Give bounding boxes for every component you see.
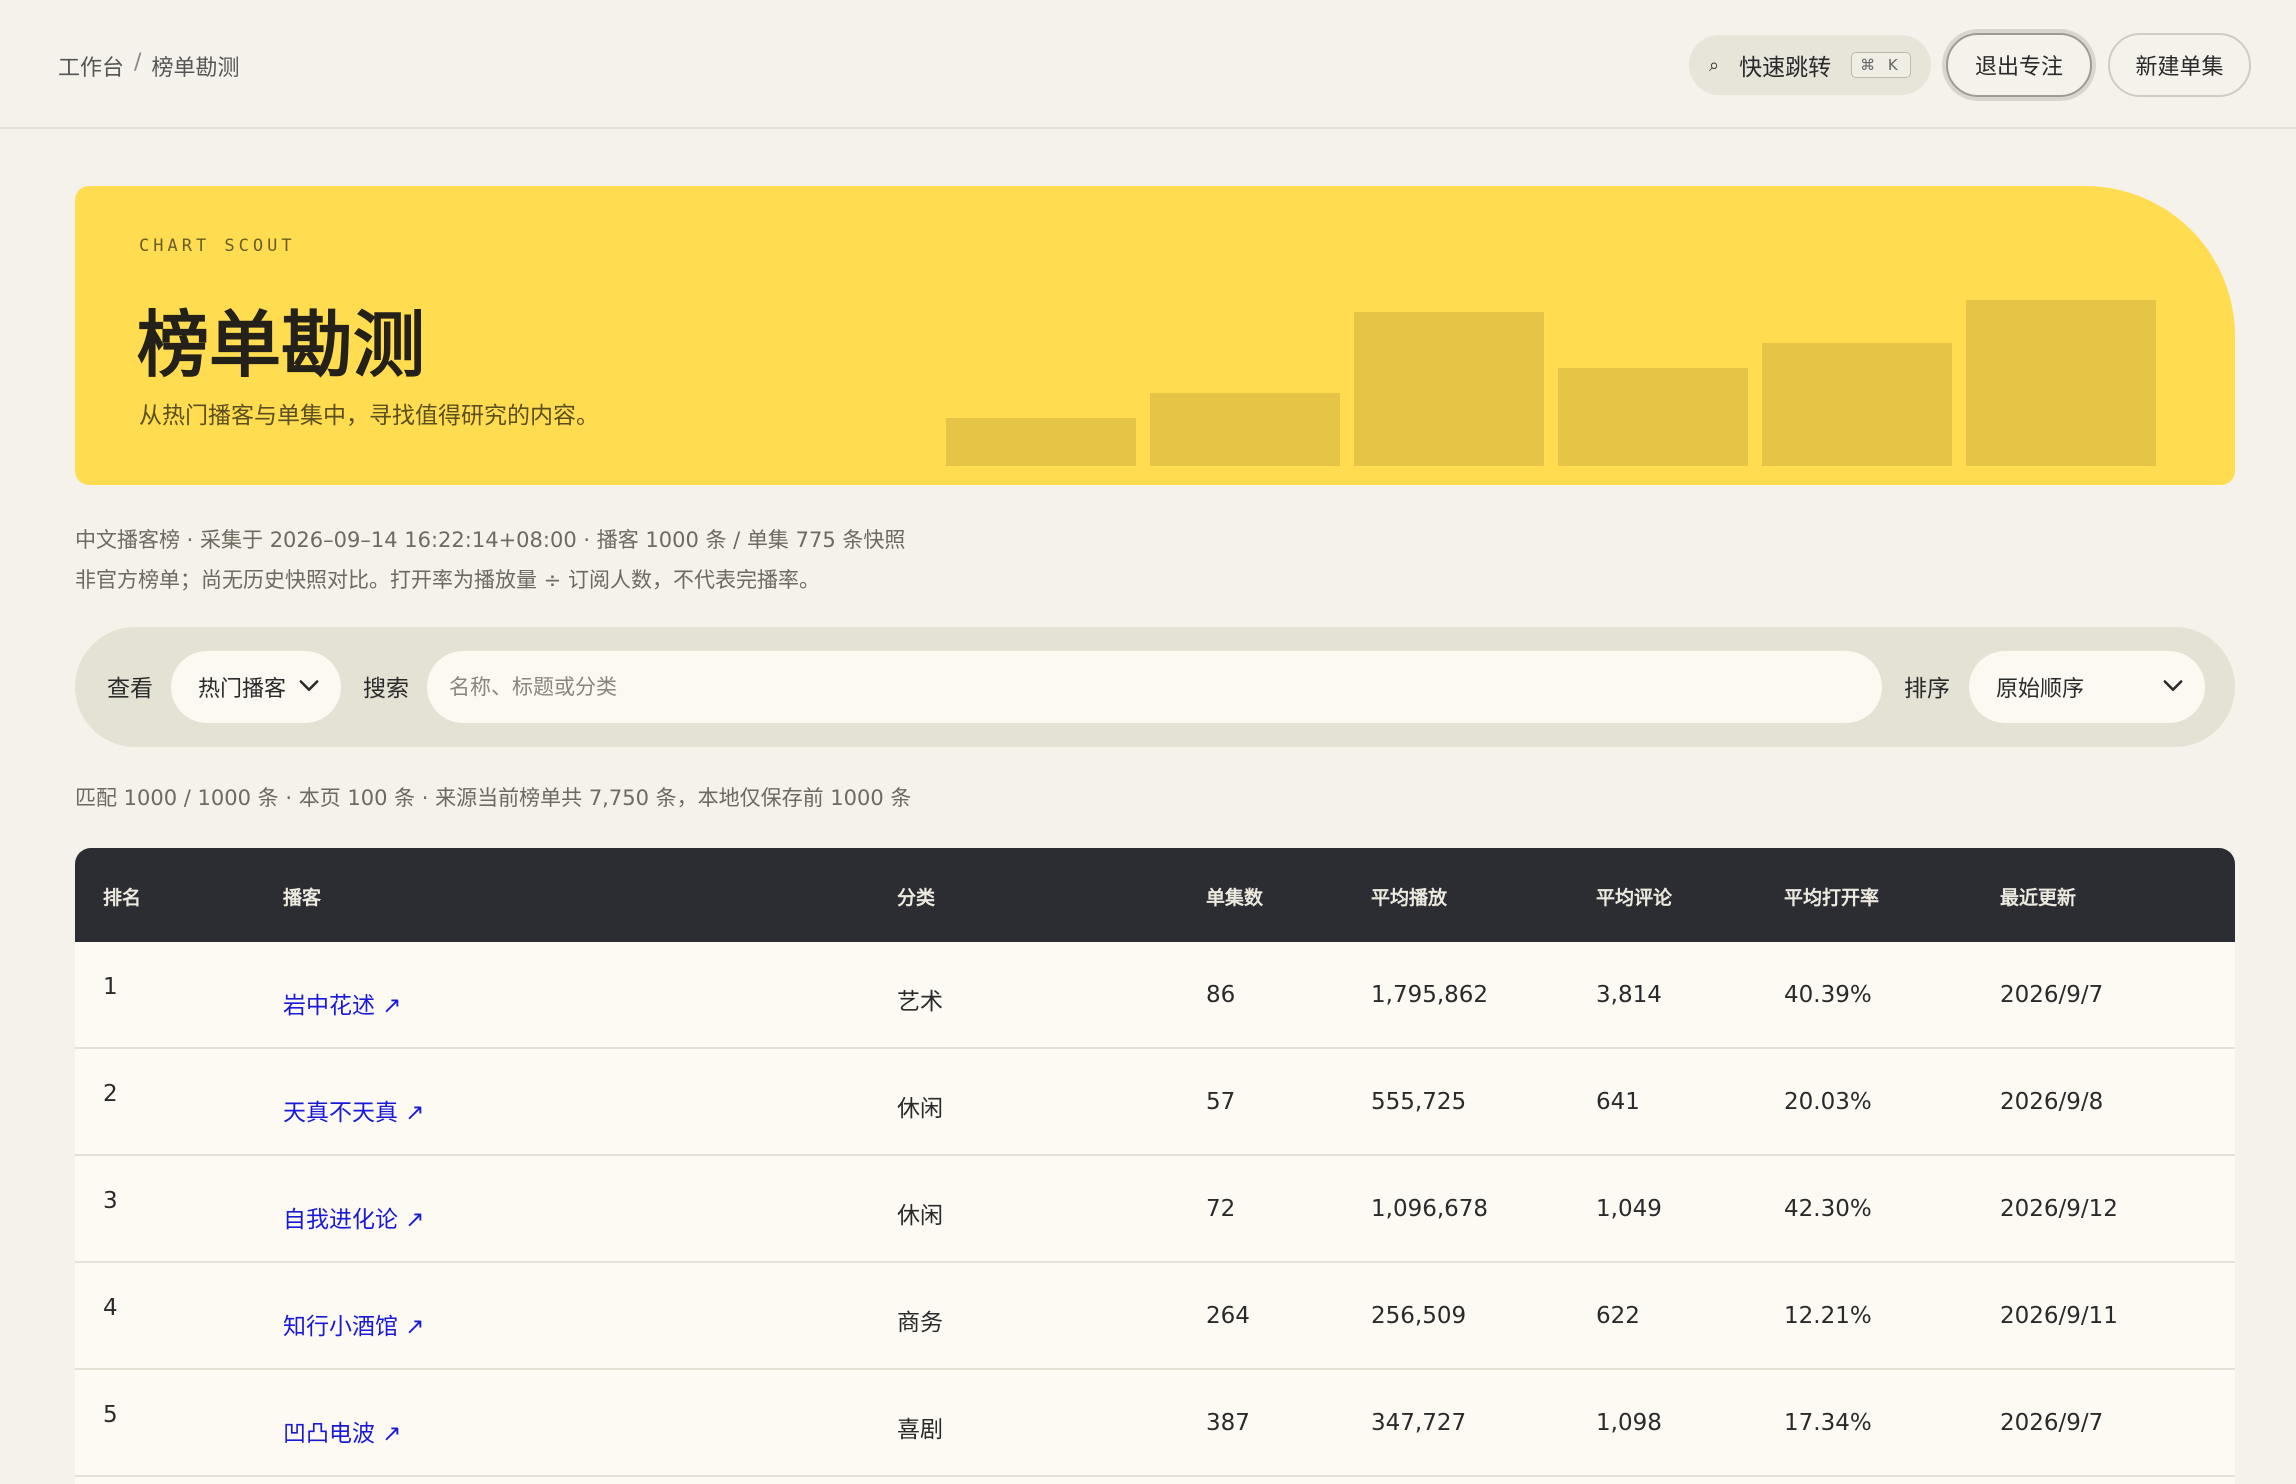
row-avg-open-rate: 20.03%	[1784, 1089, 1872, 1115]
breadcrumb-root[interactable]: 工作台	[58, 50, 124, 82]
row-avg-plays: 347,727	[1371, 1410, 1467, 1436]
exit-focus-button[interactable]: 退出专注	[1946, 33, 2092, 97]
row-avg-open-rate: 40.39%	[1784, 982, 1872, 1008]
row-category: 艺术	[897, 989, 943, 1015]
hero-decor-bar	[1966, 300, 2156, 466]
new-episode-button[interactable]: 新建单集	[2108, 33, 2251, 97]
meta-line-note: 非官方榜单；尚无历史快照对比。打开率为播放量 ÷ 订阅人数，不代表完播率。	[75, 568, 820, 592]
hero-decor-bar	[1558, 368, 1748, 466]
row-avg-comments: 3,814	[1596, 982, 1662, 1008]
row-rank: 3	[103, 1188, 118, 1214]
col-avg-comments[interactable]: 平均评论	[1596, 883, 1672, 910]
row-category: 休闲	[897, 1096, 943, 1122]
podcast-link[interactable]: 自我进化论 ↗	[283, 1200, 425, 1234]
row-rank: 5	[103, 1402, 118, 1428]
row-avg-plays: 555,725	[1371, 1089, 1467, 1115]
row-episodes: 387	[1206, 1410, 1250, 1436]
breadcrumb-current: 榜单勘测	[151, 56, 240, 81]
row-category: 喜剧	[897, 1417, 943, 1443]
row-updated: 2026/9/12	[2000, 1196, 2118, 1222]
table-row[interactable]: 1 岩中花述 ↗ 艺术 86 1,795,862 3,814 40.39% 2026/9/7	[75, 942, 2235, 1049]
row-avg-open-rate: 12.21%	[1784, 1303, 1872, 1329]
row-rank: 2	[103, 1081, 118, 1107]
table-header: 排名 播客 分类 单集数 平均播放 平均评论 平均打开率 最近更新	[75, 848, 2235, 942]
table-row[interactable]: 5 凹凸电波 ↗ 喜剧 387 347,727 1,098 17.34% 2026/9/7	[75, 1370, 2235, 1477]
col-category[interactable]: 分类	[897, 883, 935, 910]
hero-decor-bar	[1762, 343, 1952, 466]
search-icon: ⌕	[1709, 54, 1720, 76]
breadcrumb-separator: /	[134, 50, 142, 75]
podcast-link[interactable]: 凹凸电波 ↗	[283, 1414, 402, 1448]
row-avg-open-rate: 42.30%	[1784, 1196, 1872, 1222]
view-label: 查看	[107, 676, 153, 702]
table-row[interactable]: 4 知行小酒馆 ↗ 商务 264 256,509 622 12.21% 2026/9/11	[75, 1263, 2235, 1370]
hero-banner: CHART SCOUT 榜单勘测 从热门播客与单集中，寻找值得研究的内容。	[75, 186, 2235, 485]
podcast-link[interactable]: 岩中花述 ↗	[283, 986, 402, 1020]
view-select-value: 热门播客	[198, 677, 287, 702]
hero-decor-bar	[1354, 312, 1544, 466]
chevron-down-icon	[299, 680, 319, 691]
view-select[interactable]: 热门播客	[171, 651, 341, 723]
quick-jump-label: 快速跳转	[1739, 55, 1832, 81]
col-rank[interactable]: 排名	[103, 883, 141, 910]
meta-line-source: 中文播客榜 · 采集于 2026–09–14 16:22:14+08:00 · …	[75, 528, 906, 552]
row-category: 休闲	[897, 1203, 943, 1229]
row-episodes: 72	[1206, 1196, 1236, 1222]
row-rank: 4	[103, 1295, 118, 1321]
top-bar: 工作台 / 榜单勘测 ⌕ 快速跳转 ⌘ K 退出专注 新建单集	[0, 0, 2296, 129]
filter-bar: 查看 热门播客 搜索 排序 原始顺序	[75, 627, 2235, 747]
row-avg-plays: 1,096,678	[1371, 1196, 1489, 1222]
col-avg-plays[interactable]: 平均播放	[1371, 883, 1447, 910]
table-row[interactable]: 2 天真不天真 ↗ 休闲 57 555,725 641 20.03% 2026/9/8	[75, 1049, 2235, 1156]
search-label: 搜索	[363, 676, 409, 702]
row-episodes: 86	[1206, 982, 1236, 1008]
breadcrumb: 工作台 / 榜单勘测	[58, 50, 239, 82]
col-podcast[interactable]: 播客	[283, 883, 321, 910]
row-episodes: 264	[1206, 1303, 1250, 1329]
search-input[interactable]	[427, 651, 1882, 723]
row-episodes: 57	[1206, 1089, 1236, 1115]
podcast-link[interactable]: 知行小酒馆 ↗	[283, 1307, 425, 1341]
col-episodes[interactable]: 单集数	[1206, 883, 1263, 910]
row-updated: 2026/9/8	[2000, 1089, 2104, 1115]
row-avg-comments: 1,098	[1596, 1410, 1662, 1436]
col-updated[interactable]: 最近更新	[2000, 883, 2076, 910]
row-avg-plays: 1,795,862	[1371, 982, 1489, 1008]
sort-select-value: 原始顺序	[1996, 677, 2085, 702]
row-category: 商务	[897, 1310, 943, 1336]
row-avg-comments: 641	[1596, 1089, 1640, 1115]
hero-decor-bar	[946, 418, 1136, 466]
podcast-link[interactable]: 天真不天真 ↗	[283, 1093, 425, 1127]
sort-label: 排序	[1904, 676, 1950, 702]
page-title: 榜单勘测	[137, 303, 426, 387]
snapshot-meta: 中文播客榜 · 采集于 2026–09–14 16:22:14+08:00 · …	[75, 520, 905, 600]
col-avg-open-rate[interactable]: 平均打开率	[1784, 883, 1879, 910]
row-rank: 1	[103, 974, 118, 1000]
shortcut-hint: ⌘ K	[1851, 52, 1911, 78]
row-avg-comments: 1,049	[1596, 1196, 1662, 1222]
row-avg-open-rate: 17.34%	[1784, 1410, 1872, 1436]
sort-select[interactable]: 原始顺序	[1969, 651, 2205, 723]
row-updated: 2026/9/11	[2000, 1303, 2118, 1329]
quick-jump-button[interactable]: ⌕ 快速跳转 ⌘ K	[1689, 35, 1931, 95]
hero-decor-bar	[1150, 393, 1340, 466]
chevron-down-icon	[2163, 680, 2183, 691]
hero-decor-bars	[946, 186, 2156, 466]
hero-eyebrow: CHART SCOUT	[139, 236, 296, 256]
row-avg-comments: 622	[1596, 1303, 1640, 1329]
row-avg-plays: 256,509	[1371, 1303, 1467, 1329]
hero-subtitle: 从热门播客与单集中，寻找值得研究的内容。	[139, 403, 599, 429]
table-row[interactable]: 3 自我进化论 ↗ 休闲 72 1,096,678 1,049 42.30% 2026/9/1…	[75, 1156, 2235, 1263]
podcast-table: 排名 播客 分类 单集数 平均播放 平均评论 平均打开率 最近更新 1 岩中花述 …	[75, 848, 2235, 1484]
row-updated: 2026/9/7	[2000, 982, 2104, 1008]
row-updated: 2026/9/7	[2000, 1410, 2104, 1436]
result-summary: 匹配 1000 / 1000 条 · 本页 100 条 · 来源当前榜单共 7,…	[75, 786, 912, 810]
